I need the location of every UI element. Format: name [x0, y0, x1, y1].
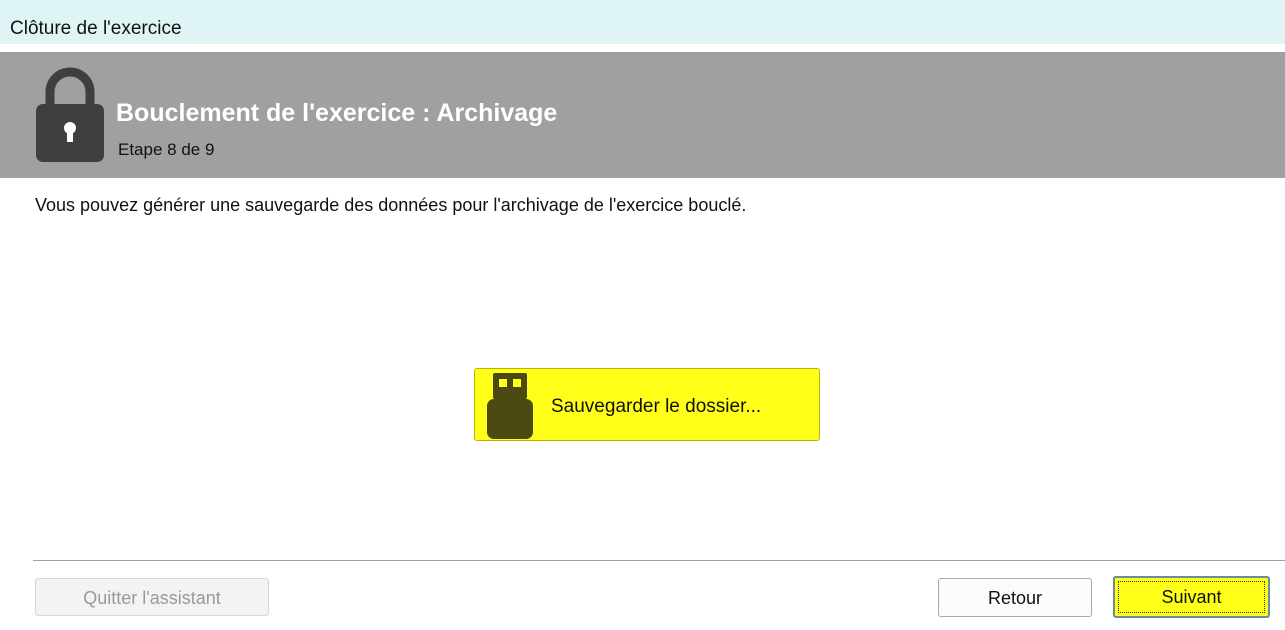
usb-drive-icon: [487, 373, 533, 439]
window-title: Clôture de l'exercice: [10, 18, 182, 39]
wizard-window: Clôture de l'exercice Bouclement de l'ex…: [0, 0, 1285, 630]
next-button[interactable]: Suivant: [1113, 576, 1270, 618]
description-text: Vous pouvez générer une sauvegarde des d…: [35, 195, 747, 215]
wizard-header: Bouclement de l'exercice : Archivage Eta…: [0, 52, 1285, 178]
header-title: Bouclement de l'exercice : Archivage: [116, 99, 558, 127]
title-bar: Clôture de l'exercice: [0, 0, 1285, 44]
back-button[interactable]: Retour: [938, 578, 1092, 617]
footer-separator: [33, 560, 1285, 561]
next-button-label: Suivant: [1118, 581, 1265, 613]
save-folder-label: Sauvegarder le dossier...: [551, 396, 762, 417]
save-folder-button[interactable]: Sauvegarder le dossier...: [474, 368, 820, 441]
lock-icon: [36, 67, 104, 162]
quit-wizard-button[interactable]: Quitter l'assistant: [35, 578, 269, 616]
step-indicator: Etape 8 de 9: [118, 140, 215, 159]
